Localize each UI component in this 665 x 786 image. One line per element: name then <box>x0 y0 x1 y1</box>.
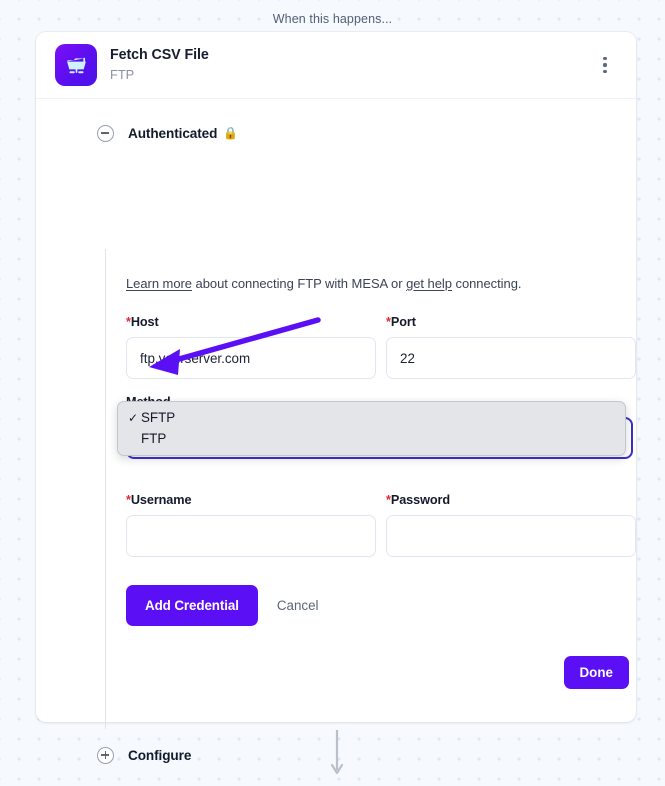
help-text: Learn more about connecting FTP with MES… <box>126 276 636 291</box>
authenticated-panel: Learn more about connecting FTP with MES… <box>117 276 636 689</box>
step-label-configure: Configure <box>128 747 192 763</box>
password-label-text: Password <box>390 493 450 507</box>
step-header-authenticated[interactable]: Authenticated 🔒 <box>97 118 238 148</box>
host-field-group: *Host <box>126 315 376 379</box>
card-header: Fetch CSV File FTP <box>36 32 636 99</box>
host-port-row: *Host *Port <box>126 315 636 379</box>
learn-more-link[interactable]: Learn more <box>126 276 192 291</box>
done-button[interactable]: Done <box>563 656 629 689</box>
username-input[interactable] <box>126 515 376 557</box>
flow-down-arrow-icon <box>331 730 343 775</box>
method-option-sftp[interactable]: ✓ SFTP <box>118 407 625 428</box>
username-label: *Username <box>126 493 376 507</box>
host-input[interactable] <box>126 337 376 379</box>
method-option-ftp[interactable]: FTP <box>118 428 625 449</box>
port-field-group: *Port <box>386 315 636 379</box>
cancel-button[interactable]: Cancel <box>277 598 319 613</box>
credential-actions: Add Credential Cancel <box>126 585 636 626</box>
password-field-group: *Password <box>386 493 636 557</box>
card-subtitle: FTP <box>110 66 135 82</box>
method-option-sftp-label: SFTP <box>141 410 176 425</box>
host-label: *Host <box>126 315 376 329</box>
kebab-dot <box>603 63 607 67</box>
step-header-test[interactable]: Test <box>97 780 155 786</box>
ftp-folder-icon <box>55 44 97 86</box>
username-label-text: Username <box>130 493 192 507</box>
port-input[interactable] <box>386 337 636 379</box>
help-text-mid-2: connecting. <box>451 276 522 291</box>
card-title: Fetch CSV File <box>110 47 209 64</box>
collapse-minus-icon[interactable] <box>97 124 114 142</box>
add-credential-button[interactable]: Add Credential <box>126 585 258 626</box>
method-field-group: Method ✓SFTP FTP <box>117 395 636 459</box>
password-input[interactable] <box>386 515 636 557</box>
password-label: *Password <box>386 493 636 507</box>
check-icon: ✓ <box>128 410 139 425</box>
step-label-authenticated: Authenticated <box>128 125 218 141</box>
method-option-ftp-label: FTP <box>141 431 167 446</box>
done-row: Done <box>126 656 636 689</box>
kebab-dot <box>603 57 607 61</box>
lock-icon: 🔒 <box>223 126 239 140</box>
step-connector-rail <box>105 249 107 729</box>
kebab-dot <box>603 69 607 73</box>
step-header-configure[interactable]: Configure <box>97 740 191 770</box>
username-password-row: *Username *Password <box>126 493 636 557</box>
trigger-step-card: Fetch CSV File FTP Authenticated 🔒 Learn… <box>36 32 636 764</box>
kebab-menu-icon[interactable] <box>596 54 614 76</box>
host-label-text: Host <box>130 315 159 329</box>
expand-plus-icon[interactable] <box>97 746 114 764</box>
method-dropdown-list[interactable]: ✓ SFTP FTP <box>117 401 626 456</box>
help-text-mid-1: about connecting FTP with MESA or <box>191 276 407 291</box>
flow-section-caption: When this happens... <box>272 12 393 26</box>
port-label-text: Port <box>390 315 416 329</box>
port-label: *Port <box>386 315 636 329</box>
get-help-link[interactable]: get help <box>406 276 452 291</box>
username-field-group: *Username <box>126 493 376 557</box>
